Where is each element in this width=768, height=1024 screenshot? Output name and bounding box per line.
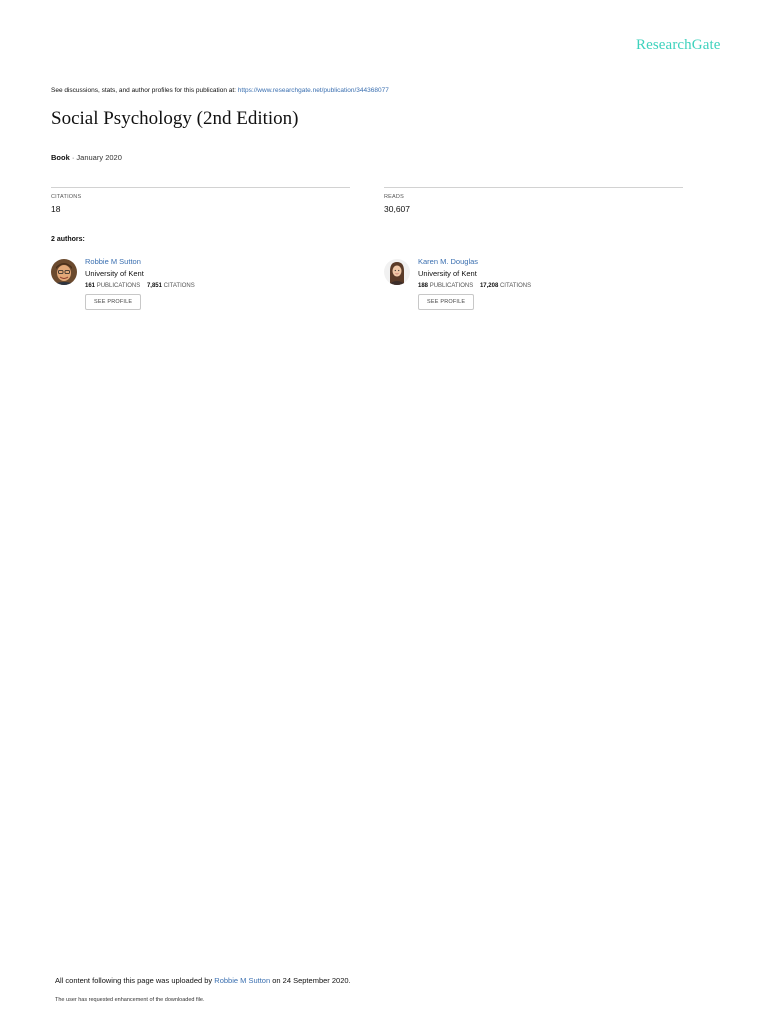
reads-value: 30,607 xyxy=(384,204,410,214)
authors-heading: 2 authors: xyxy=(51,236,85,243)
author-publications-label: PUBLICATIONS xyxy=(96,283,141,289)
author-affiliation: University of Kent xyxy=(418,269,477,278)
author-photo-icon xyxy=(384,259,410,285)
citations-label: CITATIONS xyxy=(51,194,82,200)
author-affiliation: University of Kent xyxy=(85,269,144,278)
researchgate-logo[interactable]: ResearchGate xyxy=(636,37,720,54)
author-publications-count: 161 xyxy=(85,283,96,289)
upload-suffix: on 24 September 2020. xyxy=(270,976,351,985)
avatar[interactable] xyxy=(51,259,77,285)
author-citations-count: 17,208 xyxy=(479,283,499,289)
author-stats: 188 PUBLICATIONS 17,208 CITATIONS xyxy=(418,283,531,289)
author-card: Karen M. Douglas University of Kent 188 … xyxy=(384,257,684,321)
author-card: Robbie M Sutton University of Kent 161 P… xyxy=(51,257,351,321)
citations-value: 18 xyxy=(51,204,61,214)
avatar[interactable] xyxy=(384,259,410,285)
author-name[interactable]: Robbie M Sutton xyxy=(85,257,195,266)
author-photo-icon xyxy=(51,259,77,285)
author-citations-count: 7,851 xyxy=(146,283,162,289)
author-info: Karen M. Douglas University of Kent 188 … xyxy=(418,257,531,310)
reads-stat: READS 30,607 xyxy=(384,187,683,214)
discussion-prefix: See discussions, stats, and author profi… xyxy=(51,87,238,94)
see-profile-button[interactable]: SEE PROFILE xyxy=(85,294,142,310)
upload-note: All content following this page was uplo… xyxy=(55,976,351,985)
author-stats: 161 PUBLICATIONS 7,851 CITATIONS xyxy=(85,283,195,289)
author-info: Robbie M Sutton University of Kent 161 P… xyxy=(85,257,195,310)
author-publications-count: 188 xyxy=(418,283,429,289)
publication-date: January 2020 xyxy=(76,153,122,162)
author-name[interactable]: Karen M. Douglas xyxy=(418,257,531,266)
uploader-link[interactable]: Robbie M Sutton xyxy=(214,976,270,985)
publication-meta: Book · January 2020 xyxy=(51,153,122,162)
publication-title: Social Psychology (2nd Edition) xyxy=(51,108,299,129)
upload-prefix: All content following this page was uplo… xyxy=(55,976,215,985)
publication-type: Book xyxy=(51,153,70,162)
see-profile-button[interactable]: SEE PROFILE xyxy=(418,294,475,310)
enhancement-note: The user has requested enhancement of th… xyxy=(55,997,205,1003)
citations-stat: CITATIONS 18 xyxy=(51,187,350,214)
discussion-line: See discussions, stats, and author profi… xyxy=(51,87,389,94)
publication-link[interactable]: https://www.researchgate.net/publication… xyxy=(238,87,389,94)
author-citations-label: CITATIONS xyxy=(499,283,532,289)
reads-label: READS xyxy=(384,194,404,200)
author-citations-label: CITATIONS xyxy=(163,283,195,289)
author-publications-label: PUBLICATIONS xyxy=(429,283,474,289)
